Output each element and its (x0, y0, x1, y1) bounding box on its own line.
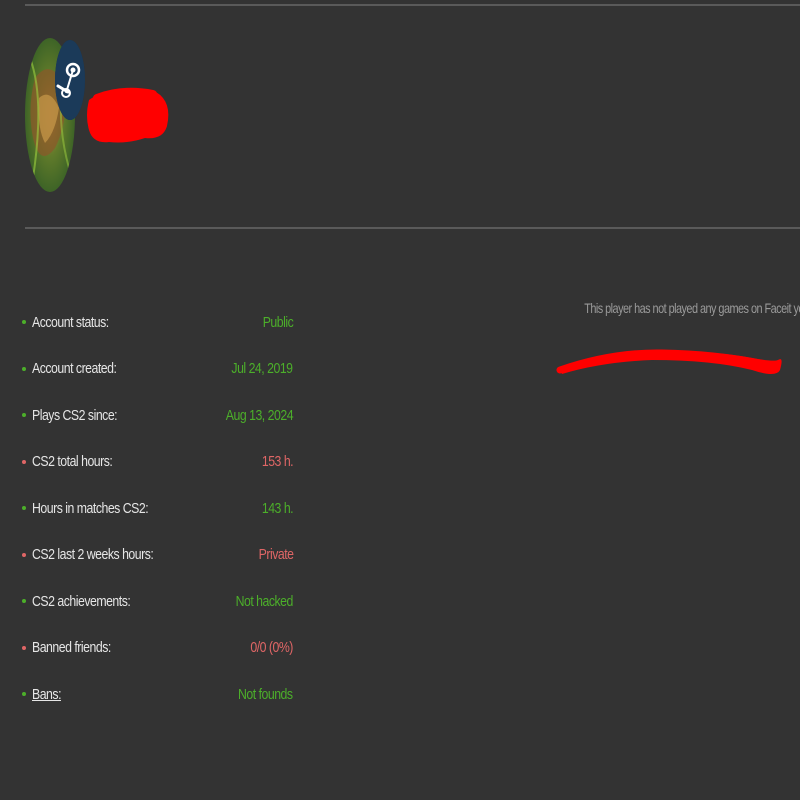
stat-label: Account status: (32, 313, 109, 331)
stat-value: Aug 13, 2024 (225, 406, 294, 424)
stat-row-bans: Bans: Not founds (22, 671, 297, 718)
stat-label: Plays CS2 since: (32, 406, 118, 424)
section-divider (25, 227, 800, 229)
stat-value: Not founds (238, 685, 293, 703)
top-divider (25, 4, 800, 6)
stat-row-achievements: CS2 achievements: Not hacked (22, 578, 297, 625)
stat-value: Private (258, 546, 293, 564)
stat-value: 143 h. (261, 499, 294, 517)
status-dot (22, 599, 26, 604)
stat-row-match-hours: Hours in matches CS2: 143 h. (22, 485, 297, 532)
status-dot (22, 366, 26, 371)
bans-link[interactable]: Bans: (32, 686, 249, 703)
profile-page: Account status: Public Account created: … (0, 0, 800, 800)
status-dot (22, 413, 26, 418)
stat-row-plays-since: Plays CS2 since: Aug 13, 2024 (22, 392, 297, 439)
stat-label: CS2 last 2 weeks hours: (32, 546, 154, 564)
stat-value: 0/0 (0%) (250, 639, 293, 657)
stat-label: CS2 achievements: (32, 592, 131, 610)
status-dot (22, 552, 26, 557)
stat-label: Hours in matches CS2: (32, 499, 149, 517)
faceit-message: This player has not played any games on … (584, 300, 800, 316)
stat-row-account-created: Account created: Jul 24, 2019 (22, 346, 297, 393)
status-dot (22, 459, 26, 464)
stat-row-total-hours: CS2 total hours: 153 h. (22, 439, 297, 486)
stat-label: Account created: (32, 360, 117, 378)
stat-value: 153 h. (261, 453, 294, 471)
stat-value: Jul 24, 2019 (231, 360, 294, 378)
steam-icon[interactable] (55, 40, 85, 120)
stat-label: Banned friends: (32, 639, 111, 657)
stat-label: CS2 total hours: (32, 453, 113, 471)
redaction-scribble (87, 87, 169, 143)
status-dot (22, 506, 26, 511)
stat-row-two-weeks-hours: CS2 last 2 weeks hours: Private (22, 532, 297, 579)
status-dot (22, 645, 26, 650)
stat-row-banned-friends: Banned friends: 0/0 (0%) (22, 625, 297, 672)
redaction-stroke (556, 349, 782, 374)
stat-row-account-status: Account status: Public (22, 299, 297, 346)
stats-list: Account status: Public Account created: … (22, 299, 297, 718)
stat-value: Not hacked (235, 592, 294, 610)
status-dot (22, 692, 26, 697)
steam-logo (55, 40, 85, 120)
stat-value: Public (262, 313, 293, 331)
status-dot (22, 320, 26, 325)
